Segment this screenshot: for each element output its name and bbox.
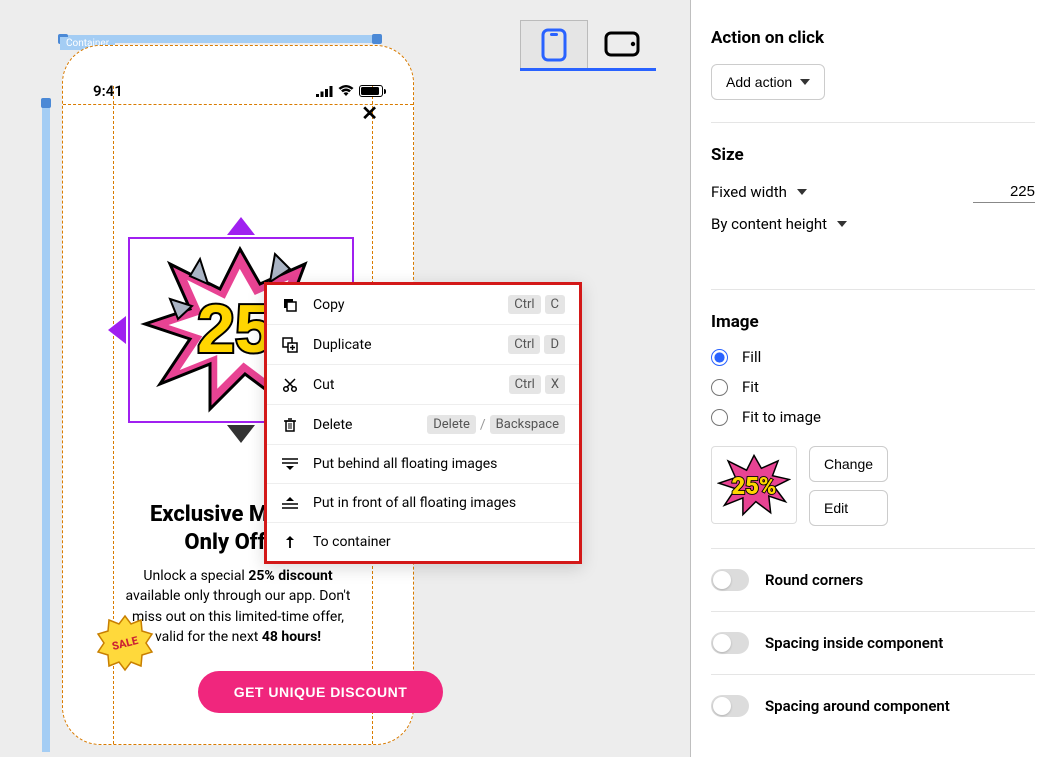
move-up-handle[interactable] xyxy=(227,217,255,235)
round-corners-toggle[interactable] xyxy=(711,569,749,591)
design-canvas[interactable]: Container 9:41 ✕ Exclusive Mobile-Only O… xyxy=(0,0,690,757)
duplicate-icon xyxy=(281,336,299,354)
caret-down-icon xyxy=(800,79,810,85)
behind-icon xyxy=(281,455,299,473)
device-toggle xyxy=(520,20,656,71)
ctx-to-container[interactable]: To container xyxy=(267,523,579,561)
ctx-label: To container xyxy=(313,534,565,550)
radio-input[interactable] xyxy=(711,379,728,396)
spacing-inside-row[interactable]: Spacing inside component xyxy=(711,611,1035,674)
spacing-inside-label: Spacing inside component xyxy=(765,634,943,652)
copy-icon xyxy=(281,296,299,314)
ctx-label: Delete xyxy=(313,417,413,433)
height-mode-select[interactable]: By content height xyxy=(711,215,847,233)
image-mode-fill[interactable]: Fill xyxy=(711,348,1035,366)
selection-vertical-bar[interactable] xyxy=(42,102,50,752)
shortcut-key: D xyxy=(544,335,565,354)
image-mode-fit[interactable]: Fit xyxy=(711,378,1035,396)
ctx-copy[interactable]: Copy Ctrl C xyxy=(267,285,579,325)
spacing-around-row[interactable]: Spacing around component xyxy=(711,674,1035,737)
cut-icon xyxy=(281,376,299,394)
ctx-cut[interactable]: Cut CtrlX xyxy=(267,365,579,405)
ctx-label: Duplicate xyxy=(313,337,494,353)
ctx-duplicate[interactable]: Duplicate CtrlD xyxy=(267,325,579,365)
image-title: Image xyxy=(711,312,1035,332)
width-mode-select[interactable]: Fixed width xyxy=(711,183,807,201)
front-icon xyxy=(281,494,299,512)
shortcut-key: C xyxy=(545,295,565,314)
signal-icon xyxy=(316,86,333,97)
ctx-label: Cut xyxy=(313,377,495,393)
svg-text:25%: 25% xyxy=(731,472,776,500)
sale-badge[interactable]: SALE xyxy=(96,614,154,672)
phone-status-bar: 9:41 xyxy=(93,82,383,100)
ctx-label: Put behind all floating images xyxy=(313,456,565,472)
shortcut-key: Ctrl xyxy=(508,295,540,314)
change-image-button[interactable]: Change xyxy=(809,446,888,482)
shortcut-key: Ctrl xyxy=(508,335,540,354)
action-on-click-title: Action on click xyxy=(711,28,1035,48)
radio-label: Fit xyxy=(742,378,759,396)
tocontainer-icon xyxy=(281,533,299,551)
radio-input[interactable] xyxy=(711,349,728,366)
resize-handle-right[interactable] xyxy=(372,34,382,44)
caret-down-icon xyxy=(797,189,807,195)
ctx-put-behind-all-floating-images[interactable]: Put behind all floating images xyxy=(267,445,579,484)
add-action-button[interactable]: Add action xyxy=(711,64,825,100)
image-thumbnail[interactable]: 25% xyxy=(711,446,797,524)
spacing-around-label: Spacing around component xyxy=(765,697,950,715)
body-text[interactable]: Unlock a special 25% discount available … xyxy=(118,566,358,647)
width-input[interactable] xyxy=(973,181,1035,203)
wifi-icon xyxy=(338,85,354,97)
context-menu: CopyCtrlCDuplicateCtrlDCutCtrlXDeleteDel… xyxy=(264,282,582,564)
spacing-around-toggle[interactable] xyxy=(711,695,749,717)
move-down-handle[interactable] xyxy=(227,425,255,443)
caret-down-icon xyxy=(837,221,847,227)
ctx-put-in-front-of-all-floating-images[interactable]: Put in front of all floating images xyxy=(267,484,579,523)
spacing-inside-toggle[interactable] xyxy=(711,632,749,654)
size-title: Size xyxy=(711,145,1035,165)
panel-scrollbar[interactable] xyxy=(690,0,691,520)
radio-input[interactable] xyxy=(711,409,728,426)
image-mode-fit-to-image[interactable]: Fit to image xyxy=(711,408,1035,426)
device-landscape-button[interactable] xyxy=(588,20,656,68)
status-time: 9:41 xyxy=(93,82,123,100)
radio-label: Fill xyxy=(742,348,761,366)
shortcut-key: Backspace xyxy=(490,415,565,434)
move-left-handle[interactable] xyxy=(108,316,126,344)
cta-button[interactable]: GET UNIQUE DISCOUNT xyxy=(198,671,443,713)
device-mobile-button[interactable] xyxy=(520,20,588,68)
radio-label: Fit to image xyxy=(742,408,821,426)
resize-handle-top[interactable] xyxy=(41,98,51,108)
shortcut-key: Ctrl xyxy=(509,375,541,394)
status-icons xyxy=(316,85,383,97)
properties-panel: Action on click Add action Size Fixed wi… xyxy=(690,0,1055,757)
delete-icon xyxy=(281,416,299,434)
shortcut-key: Delete xyxy=(427,415,476,434)
close-button[interactable]: ✕ xyxy=(361,101,378,125)
shortcut-key: X xyxy=(545,375,565,394)
battery-icon xyxy=(359,85,383,97)
ctx-label: Copy xyxy=(313,297,494,313)
ctx-label: Put in front of all floating images xyxy=(313,495,565,511)
svg-text:25: 25 xyxy=(197,291,273,367)
ctx-delete[interactable]: DeleteDelete/Backspace xyxy=(267,405,579,445)
round-corners-label: Round corners xyxy=(765,571,863,589)
edit-image-button[interactable]: Edit xyxy=(809,490,888,526)
round-corners-row[interactable]: Round corners xyxy=(711,548,1035,611)
